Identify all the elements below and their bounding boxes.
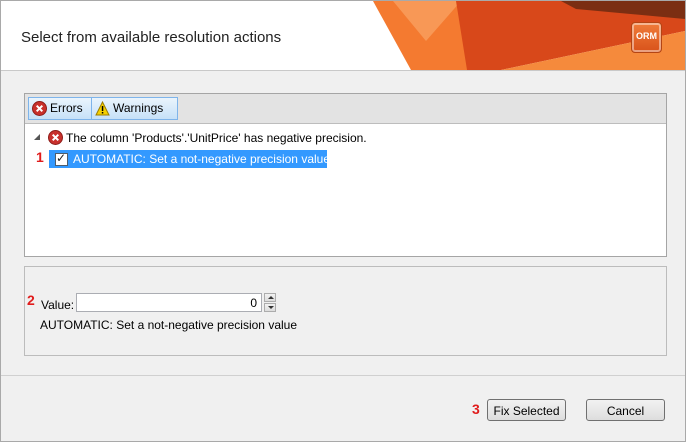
marker-2: 2 <box>27 292 35 308</box>
details-panel: Value: 0 AUTOMATIC: Set a not-negative p… <box>24 266 667 356</box>
expander-triangle-icon[interactable] <box>34 134 40 140</box>
errors-panel: Errors Warnings The column 'Products'.'U… <box>24 93 667 257</box>
spin-down-button[interactable] <box>264 303 276 312</box>
action-checkbox[interactable]: ✓ <box>55 151 68 166</box>
footer-divider <box>1 375 685 376</box>
filter-toolbar: Errors Warnings <box>25 94 666 124</box>
errors-filter-label: Errors <box>50 101 83 115</box>
cancel-button[interactable]: Cancel <box>586 399 665 421</box>
chevron-up-icon <box>268 296 274 299</box>
error-icon <box>32 101 47 116</box>
dialog-header: Select from available resolution actions… <box>1 1 685 71</box>
orm-logo-text: ORM <box>636 31 657 41</box>
chevron-down-icon <box>268 306 274 309</box>
value-label: Value: <box>41 298 75 312</box>
tree-item-action[interactable]: ✓ AUTOMATIC: Set a not-negative precisio… <box>49 150 331 168</box>
error-icon <box>48 130 63 145</box>
resolution-dialog: Select from available resolution actions… <box>0 0 686 442</box>
value-input[interactable]: 0 <box>76 293 262 312</box>
action-label: AUTOMATIC: Set a not-negative precision … <box>73 152 331 166</box>
warnings-filter-label: Warnings <box>113 101 164 115</box>
orm-logo-icon: ORM <box>631 22 662 53</box>
action-description: AUTOMATIC: Set a not-negative precision … <box>40 318 298 332</box>
spin-up-button[interactable] <box>264 293 276 302</box>
fix-selected-button[interactable]: Fix Selected <box>487 399 566 421</box>
marker-1: 1 <box>36 149 44 165</box>
errors-filter-button[interactable]: Errors <box>28 97 92 120</box>
dialog-title: Select from available resolution actions <box>21 29 282 46</box>
checkmark-icon: ✓ <box>56 151 67 165</box>
warning-icon <box>95 101 110 116</box>
value-spinner <box>264 293 276 313</box>
tree-item-error[interactable]: The column 'Products'.'UnitPrice' has ne… <box>31 129 431 147</box>
error-message: The column 'Products'.'UnitPrice' has ne… <box>66 131 367 145</box>
warnings-filter-button[interactable]: Warnings <box>91 97 178 120</box>
marker-3: 3 <box>472 401 480 417</box>
